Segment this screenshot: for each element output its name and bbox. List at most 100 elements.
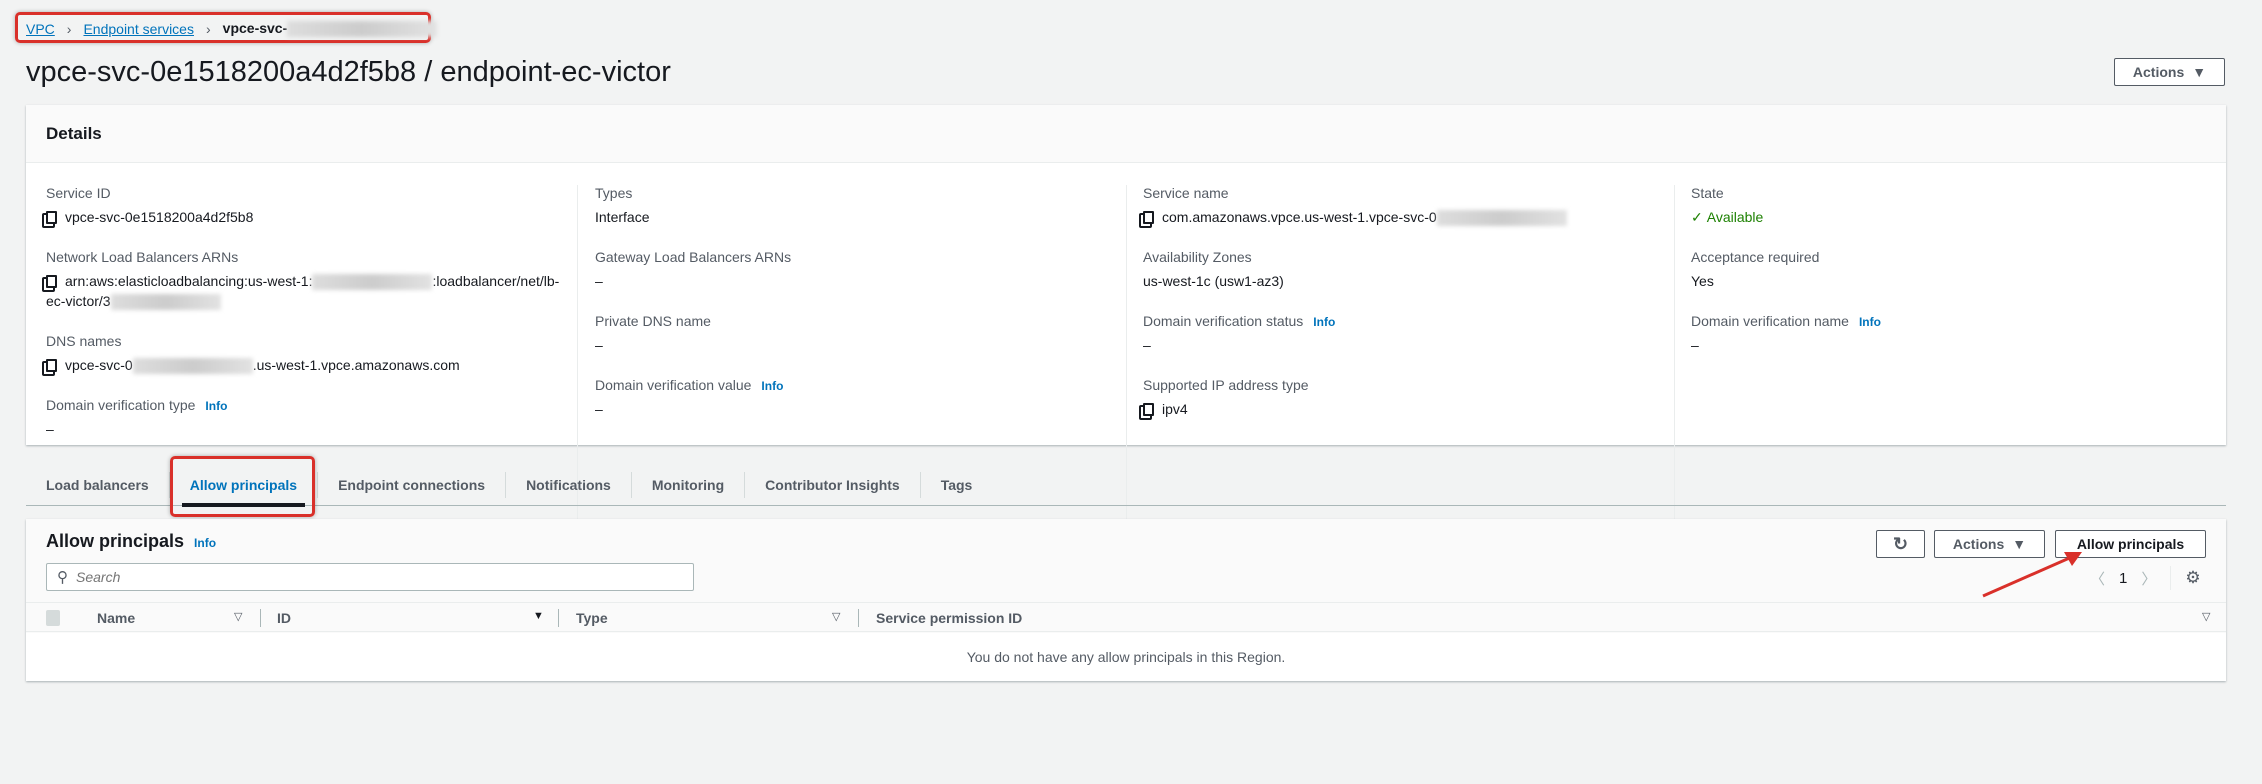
detail-field: Private DNS name –	[595, 313, 1115, 355]
field-label: Domain verification value Info	[595, 377, 784, 393]
detail-field: Domain verification type Info –	[46, 397, 566, 439]
column-name[interactable]: Name	[97, 610, 135, 626]
field-value: –	[595, 273, 603, 289]
table-header: Name ▽ ID ▼ Type ▽ Service permission ID…	[26, 602, 2226, 632]
sort-icon[interactable]: ▽	[832, 610, 840, 623]
refresh-icon: ↻	[1892, 533, 1909, 554]
detail-field: Types Interface	[595, 185, 1115, 227]
info-link[interactable]: Info	[761, 379, 783, 393]
info-link[interactable]: Info	[194, 536, 216, 550]
copy-icon[interactable]	[1143, 211, 1154, 224]
field-value: ipv4	[1143, 399, 1663, 419]
detail-field: Network Load Balancers ARNs arn:aws:elast…	[46, 249, 566, 311]
chevron-right-icon: ›	[205, 20, 211, 37]
page-title: vpce-svc-0e1518200a4d2f5b8 / endpoint-ec…	[26, 56, 671, 88]
gear-icon[interactable]: ⚙	[2185, 568, 2200, 588]
field-value: com.amazonaws.vpce.us-west-1.vpce-svc-0	[1143, 207, 1663, 227]
search-box: ⚲	[46, 563, 694, 591]
field-label: Types	[595, 185, 633, 201]
search-input[interactable]	[76, 569, 693, 585]
sort-icon[interactable]: ▽	[2202, 610, 2210, 623]
field-label: Supported IP address type	[1143, 377, 1309, 393]
tab-tags[interactable]: Tags	[921, 472, 993, 498]
detail-field: Service name com.amazonaws.vpce.us-west-1…	[1143, 185, 1663, 227]
chevron-left-icon[interactable]: 〈	[2090, 568, 2105, 589]
caret-down-icon: ▼	[2192, 64, 2207, 80]
detail-field: Availability Zones us-west-1c (usw1-az3)	[1143, 249, 1663, 291]
select-all-checkbox[interactable]	[46, 610, 60, 626]
field-value: us-west-1c (usw1-az3)	[1143, 273, 1284, 289]
pagination: 〈 1 〉 ⚙	[2090, 566, 2201, 590]
breadcrumb-current: vpce-svc-	[223, 20, 438, 38]
detail-field: Service ID vpce-svc-0e1518200a4d2f5b8	[46, 185, 566, 227]
empty-state: You do not have any allow principals in …	[26, 633, 2226, 681]
status-badge: Available	[1706, 209, 1764, 225]
field-value: ✓ Available	[1691, 207, 2211, 227]
field-label: Gateway Load Balancers ARNs	[595, 249, 792, 265]
field-value: vpce-svc-0e1518200a4d2f5b8	[46, 207, 566, 227]
breadcrumb-endpoint-services[interactable]: Endpoint services	[83, 21, 194, 37]
info-link[interactable]: Info	[1313, 315, 1335, 329]
field-value: Interface	[595, 209, 650, 225]
tab-monitoring[interactable]: Monitoring	[632, 472, 746, 498]
field-label: Domain verification name Info	[1691, 313, 1881, 329]
search-icon: ⚲	[57, 569, 68, 586]
detail-field: Domain verification status Info –	[1143, 313, 1663, 355]
tab-contributor-insights[interactable]: Contributor Insights	[745, 472, 921, 498]
tab-notifications[interactable]: Notifications	[506, 472, 632, 498]
detail-field: Domain verification name Info –	[1691, 313, 2211, 355]
breadcrumb: VPC › Endpoint services › vpce-svc-	[26, 20, 438, 38]
field-value: Yes	[1691, 273, 1714, 289]
column-id[interactable]: ID	[277, 610, 291, 626]
field-value: –	[595, 401, 603, 417]
field-label: DNS names	[46, 333, 122, 349]
copy-icon[interactable]	[46, 359, 57, 372]
field-value: –	[1143, 337, 1151, 353]
field-label: Domain verification status Info	[1143, 313, 1336, 329]
detail-field: Acceptance required Yes	[1691, 249, 2211, 291]
chevron-right-icon: ›	[66, 20, 72, 37]
field-value: –	[1691, 337, 1699, 353]
details-column: Types Interface Gateway Load Balancers ARN…	[595, 185, 1115, 441]
field-value: arn:aws:elasticloadbalancing:us-west-1::…	[46, 273, 560, 311]
detail-field: Supported IP address type ipv4	[1143, 377, 1663, 419]
details-column: Service name com.amazonaws.vpce.us-west-1…	[1143, 185, 1663, 441]
field-value: –	[46, 421, 54, 437]
sort-icon[interactable]: ▼	[533, 610, 544, 622]
breadcrumb-vpc[interactable]: VPC	[26, 21, 55, 37]
field-label: Service ID	[46, 185, 111, 201]
info-link[interactable]: Info	[1859, 315, 1881, 329]
header-actions-button[interactable]: Actions ▼	[2114, 58, 2225, 86]
details-column: State ✓ Available Acceptance required Yes Dom…	[1691, 185, 2211, 377]
field-label: Domain verification type Info	[46, 397, 228, 413]
field-label: Private DNS name	[595, 313, 711, 329]
detail-field: DNS names vpce-svc-0 .us-west-1.vpce.amazo…	[46, 333, 566, 375]
copy-icon[interactable]	[1143, 403, 1154, 416]
column-type[interactable]: Type	[576, 610, 608, 626]
field-label: Service name	[1143, 185, 1229, 201]
field-value: vpce-svc-0 .us-west-1.vpce.amazonaws.com	[46, 355, 566, 375]
field-value: –	[595, 337, 603, 353]
copy-icon[interactable]	[46, 275, 57, 288]
section-title: Allow principals Info	[46, 531, 217, 551]
tab-endpoint-connections[interactable]: Endpoint connections	[318, 472, 507, 498]
actions-button[interactable]: Actions ▼	[1934, 530, 2045, 558]
field-label: State	[1691, 185, 1724, 201]
tab-load-balancers[interactable]: Load balancers	[26, 472, 170, 498]
sort-icon[interactable]: ▽	[234, 610, 242, 623]
details-title: Details	[26, 105, 2226, 163]
chevron-right-icon[interactable]: 〉	[2141, 568, 2156, 589]
detail-field: Gateway Load Balancers ARNs –	[595, 249, 1115, 291]
check-circle-icon: ✓	[1691, 209, 1703, 225]
allow-principals-button[interactable]: Allow principals	[2055, 530, 2206, 558]
refresh-button[interactable]: ↻	[1876, 530, 1925, 558]
copy-icon[interactable]	[46, 211, 57, 224]
detail-field: State ✓ Available	[1691, 185, 2211, 227]
field-label: Network Load Balancers ARNs	[46, 249, 239, 265]
column-service-permission-id[interactable]: Service permission ID	[876, 610, 1022, 626]
allow-principals-panel: Allow principalsInfo ⚲ ↻ Actions▼ Allow …	[26, 519, 2226, 681]
info-link[interactable]: Info	[205, 399, 227, 413]
detail-field: Domain verification value Info –	[595, 377, 1115, 419]
page-number[interactable]: 1	[2119, 570, 2127, 587]
field-label: Acceptance required	[1691, 249, 1820, 265]
